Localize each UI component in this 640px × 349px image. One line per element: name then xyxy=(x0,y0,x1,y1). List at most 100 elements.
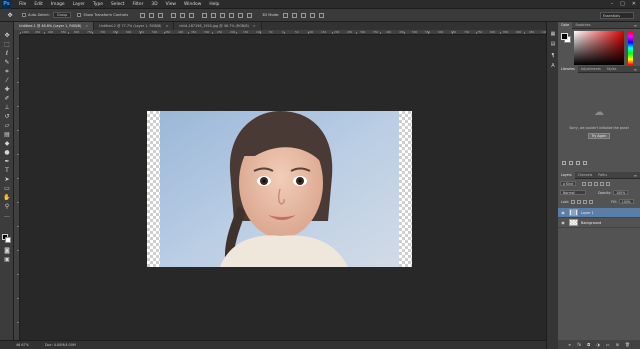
distribute-top-icon[interactable] xyxy=(202,12,208,18)
library-text-icon[interactable] xyxy=(576,161,580,165)
panel-menu-icon[interactable]: ≡ xyxy=(634,23,637,28)
auto-select-target-dropdown[interactable]: Group xyxy=(53,12,72,18)
menu-help[interactable]: Help xyxy=(209,2,219,7)
3d-pan-icon[interactable] xyxy=(301,12,307,18)
adjustment-layer-icon[interactable]: ◑ xyxy=(596,342,600,347)
filter-shape-icon[interactable] xyxy=(600,181,605,186)
hue-slider[interactable] xyxy=(628,31,633,65)
library-color-icon[interactable] xyxy=(583,161,587,165)
panel-menu-icon[interactable]: ≡ xyxy=(634,173,637,178)
distribute-right-icon[interactable] xyxy=(247,12,253,18)
menu-filter[interactable]: Filter xyxy=(133,2,144,7)
menu-view[interactable]: View xyxy=(166,2,176,7)
character-panel-icon[interactable]: A xyxy=(549,62,557,69)
blur-tool-icon[interactable]: ◆ xyxy=(3,140,11,147)
try-again-button[interactable]: Try Again xyxy=(588,133,610,139)
align-top-icon[interactable] xyxy=(140,12,146,18)
delete-layer-icon[interactable]: 🗑 xyxy=(625,342,630,347)
distribute-left-icon[interactable] xyxy=(229,12,235,18)
pen-tool-icon[interactable]: ✒ xyxy=(3,158,11,165)
tab-untitled-2[interactable]: Untitled-2 @ 77.7% (Layer 1, RGB/8) × xyxy=(94,22,175,30)
layer-row-background[interactable]: ◉ Background xyxy=(558,218,640,228)
filter-smart-icon[interactable] xyxy=(606,181,611,186)
eraser-tool-icon[interactable]: ▱ xyxy=(3,122,11,129)
tab-libraries[interactable]: Libraries xyxy=(558,65,578,73)
move-tool-icon[interactable]: ✥ xyxy=(3,32,11,39)
3d-scale-icon[interactable] xyxy=(319,12,325,18)
document-canvas[interactable] xyxy=(147,111,412,267)
tab-styles[interactable]: Styles xyxy=(604,66,620,73)
menu-layer[interactable]: Layer xyxy=(73,2,85,7)
history-panel-icon[interactable]: ▦ xyxy=(549,30,557,37)
library-add-icon[interactable] xyxy=(562,161,566,165)
marquee-tool-icon[interactable]: ⬚ xyxy=(3,41,11,48)
add-mask-icon[interactable]: ◘ xyxy=(587,342,590,347)
history-brush-tool-icon[interactable]: ↺ xyxy=(3,113,11,120)
quick-select-tool-icon[interactable]: ✎ xyxy=(3,59,11,66)
close-tab-icon[interactable]: × xyxy=(85,24,88,28)
distribute-middle-icon[interactable] xyxy=(211,12,217,18)
fill-input[interactable]: 100% xyxy=(618,199,634,204)
3d-slide-icon[interactable] xyxy=(310,12,316,18)
filter-pixel-icon[interactable] xyxy=(582,181,587,186)
layer-style-icon[interactable]: fx xyxy=(577,342,581,347)
panel-menu-icon[interactable]: ≡ xyxy=(634,67,637,72)
tab-channels[interactable]: Channels xyxy=(575,172,596,179)
menu-select[interactable]: Select xyxy=(111,2,125,7)
type-tool-icon[interactable]: T xyxy=(3,167,11,174)
3d-roll-icon[interactable] xyxy=(292,12,298,18)
document-size[interactable]: Doc: 4.00M/4.00M xyxy=(45,343,76,347)
layer-filter-kind[interactable]: ρ Kind xyxy=(560,181,577,186)
quick-mask-icon[interactable]: ◙ xyxy=(3,247,11,254)
visibility-eye-icon[interactable]: ◉ xyxy=(560,220,566,225)
close-tab-icon[interactable]: × xyxy=(165,24,168,28)
menu-file[interactable]: File xyxy=(19,2,26,7)
tab-color[interactable]: Color xyxy=(558,21,573,29)
lasso-tool-icon[interactable]: ℓ xyxy=(3,50,11,57)
menu-image[interactable]: Image xyxy=(51,2,65,7)
rectangle-tool-icon[interactable]: ▭ xyxy=(3,185,11,192)
tab-untitled-1[interactable]: Untitled-1 @ 46.6% (Layer 1, RGB/8) × xyxy=(14,22,95,30)
close-button[interactable]: ✕ xyxy=(632,1,636,7)
hand-tool-icon[interactable]: ✋ xyxy=(3,194,11,201)
clone-stamp-tool-icon[interactable]: ⊥ xyxy=(3,104,11,111)
layer-row-layer-1[interactable]: ◉ Layer 1 xyxy=(558,208,640,218)
align-left-icon[interactable] xyxy=(171,12,177,18)
auto-select-checkbox[interactable] xyxy=(22,13,26,17)
paragraph-panel-icon[interactable]: ¶ xyxy=(549,52,557,59)
show-transform-checkbox[interactable] xyxy=(77,13,82,17)
menu-window[interactable]: Window xyxy=(184,2,201,7)
3d-rotate-icon[interactable] xyxy=(283,12,289,18)
tab-adjustments[interactable]: Adjustments xyxy=(578,66,604,73)
gradient-tool-icon[interactable]: ▤ xyxy=(3,131,11,138)
tab-swatches[interactable]: Swatches xyxy=(572,22,593,29)
workspace-switcher[interactable]: Essentials xyxy=(600,12,634,19)
align-right-icon[interactable] xyxy=(189,12,195,18)
zoom-level[interactable]: 46.67% xyxy=(16,343,29,347)
align-bottom-icon[interactable] xyxy=(158,12,164,18)
dodge-tool-icon[interactable]: ● xyxy=(3,149,11,156)
maximize-button[interactable]: □ xyxy=(620,1,625,7)
library-graphic-icon[interactable] xyxy=(569,161,573,165)
path-selection-tool-icon[interactable]: ➤ xyxy=(3,176,11,183)
color-picker-field[interactable] xyxy=(574,31,624,65)
distribute-center-icon[interactable] xyxy=(238,12,244,18)
lock-position-icon[interactable] xyxy=(583,199,588,204)
more-tools-icon[interactable]: … xyxy=(3,212,11,219)
filter-type-icon[interactable] xyxy=(594,181,599,186)
opacity-input[interactable]: 100% xyxy=(613,190,629,195)
tab-paths[interactable]: Paths xyxy=(595,172,610,179)
background-color-swatch[interactable] xyxy=(5,237,11,243)
visibility-eye-icon[interactable]: ◉ xyxy=(560,210,566,215)
new-group-icon[interactable]: ▭ xyxy=(606,342,610,347)
lock-all-icon[interactable] xyxy=(589,199,594,204)
tab-child-jpg[interactable]: child-187196_1920.jpg @ 46.7% (RGB/8) × xyxy=(174,22,262,30)
brush-tool-icon[interactable]: ✐ xyxy=(3,95,11,102)
crop-tool-icon[interactable]: ⌗ xyxy=(3,68,11,75)
zoom-tool-icon[interactable]: ⚲ xyxy=(3,203,11,210)
link-layers-icon[interactable]: ∞ xyxy=(568,342,571,347)
distribute-bottom-icon[interactable] xyxy=(220,12,226,18)
menu-edit[interactable]: Edit xyxy=(34,2,43,7)
color-panel-foreground[interactable] xyxy=(561,33,568,40)
close-tab-icon[interactable]: × xyxy=(253,24,256,28)
